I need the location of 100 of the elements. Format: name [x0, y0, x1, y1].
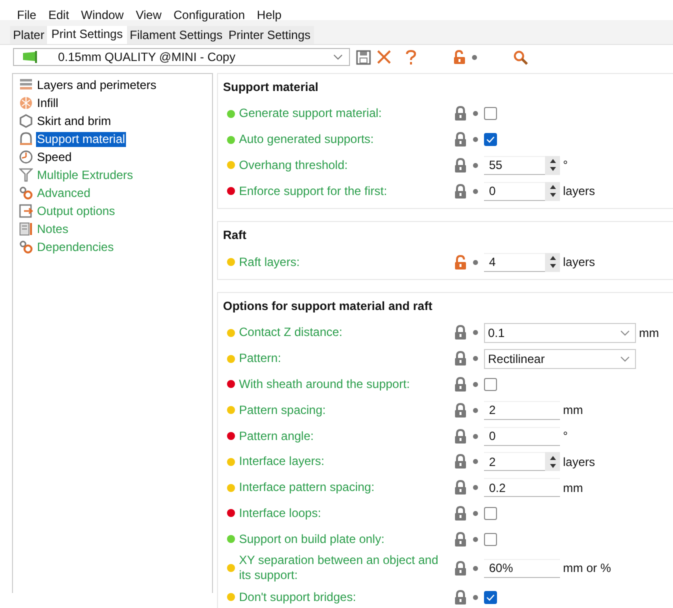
input-field[interactable]: 2 [484, 400, 560, 420]
menu-item[interactable]: View [136, 8, 162, 20]
number-field[interactable]: 55 [484, 156, 545, 175]
setting-label: Raft layers: [239, 254, 301, 271]
category-item[interactable]: Skirt and brim [36, 114, 112, 128]
notes-icon [19, 222, 33, 236]
unit-label: mm [639, 326, 659, 340]
lock-icon[interactable] [454, 132, 467, 148]
category-item[interactable]: Infill [36, 96, 60, 110]
unit-label: layers [563, 184, 596, 198]
bullet-icon [473, 459, 478, 464]
bullet-icon [473, 162, 478, 168]
spin-buttons[interactable] [545, 182, 560, 201]
setting-label: Contact Z distance: [239, 324, 344, 342]
spin-buttons[interactable] [545, 252, 560, 272]
menu-item[interactable]: Configuration [174, 8, 245, 20]
setting-label: Overhang threshold: [239, 156, 349, 174]
tab[interactable]: Filament Settings [126, 26, 226, 44]
bullet-icon [473, 566, 478, 571]
bullet-icon [473, 594, 478, 600]
lock-icon[interactable] [454, 376, 467, 392]
layers-icon [19, 78, 33, 92]
checkbox[interactable] [484, 133, 497, 146]
unit-label: mm [563, 480, 583, 495]
lock-icon[interactable] [454, 480, 467, 496]
setting-label: Interface pattern spacing: [239, 479, 376, 496]
question-mark-icon[interactable] [405, 50, 417, 64]
bullet-icon [473, 137, 478, 142]
category-item[interactable]: Support material [36, 132, 126, 146]
bullet-icon [473, 485, 478, 490]
tab[interactable]: Printer Settings [225, 26, 314, 44]
setting-label: With sheath around the support: [239, 376, 411, 393]
search-icon[interactable] [513, 50, 528, 64]
group-title: Support material [222, 79, 320, 96]
unlocked-icon[interactable] [453, 50, 466, 64]
setting-label: Interface layers: [239, 453, 326, 470]
setting-label: Enforce support for the first: [239, 182, 388, 200]
setting-label: Pattern spacing: [239, 402, 327, 419]
menu-item[interactable]: Window [81, 8, 124, 20]
output-icon [19, 204, 33, 218]
bullet-icon [473, 408, 478, 413]
number-field[interactable]: 0 [484, 182, 545, 201]
chevron-icon [620, 356, 630, 362]
lock-icon[interactable] [454, 402, 467, 418]
lock-icon[interactable] [454, 506, 467, 521]
tab[interactable]: Print Settings [47, 26, 127, 44]
input-field[interactable]: 60% [484, 558, 560, 578]
number-field[interactable]: 2 [484, 452, 545, 472]
preset-dropdown[interactable]: 0.15mm QUALITY @MINI - Copy [13, 48, 350, 66]
checkbox[interactable] [484, 590, 497, 604]
lock-icon[interactable] [454, 184, 467, 199]
menu-item[interactable]: Help [256, 8, 282, 20]
input-field[interactable]: 0 [484, 426, 560, 446]
lock-icon[interactable] [454, 106, 467, 122]
dropdown[interactable]: 0.1 [484, 322, 636, 343]
spin-buttons[interactable] [545, 452, 560, 472]
checkbox[interactable] [484, 107, 497, 120]
checkbox[interactable] [484, 532, 497, 546]
dropdown[interactable]: Rectilinear [484, 348, 636, 369]
setting-label: Generate support material: [239, 105, 383, 122]
lock-icon[interactable] [454, 428, 467, 444]
setting-label: Support on build plate only: [239, 530, 386, 548]
unit-label: ° [563, 158, 568, 172]
menu-item[interactable]: File [17, 8, 36, 20]
setting-label: XY separation between an object and its support: [239, 552, 440, 584]
bullet-icon [473, 510, 478, 516]
chevron-icon [620, 330, 630, 336]
checkbox[interactable] [484, 506, 497, 520]
number-field[interactable]: 4 [484, 252, 545, 272]
input-field[interactable]: 0.2 [484, 478, 560, 498]
group-title: Options for support material and raft [222, 298, 434, 315]
lock-icon[interactable] [454, 158, 467, 173]
spin-buttons[interactable] [545, 156, 560, 175]
bullet-icon [473, 188, 478, 194]
save-icon[interactable] [356, 50, 371, 64]
lock-icon[interactable] [454, 590, 467, 605]
setting-label: Auto generated supports: [239, 131, 375, 148]
menu-item[interactable]: Edit [48, 8, 70, 20]
unit-label: layers [563, 454, 596, 469]
setting-label: Interface loops: [239, 504, 322, 522]
unlocked-icon[interactable] [454, 254, 467, 270]
tab[interactable]: Plater [10, 26, 48, 44]
bullet-icon [473, 356, 478, 362]
bullet-icon [473, 536, 478, 542]
flag-icon [22, 51, 38, 63]
setting-label: Pattern angle: [239, 428, 315, 445]
chevron-icon [333, 54, 343, 60]
lock-icon[interactable] [454, 351, 467, 366]
unit-label: ° [563, 429, 568, 444]
unit-label: layers [563, 255, 596, 270]
category-item[interactable]: Speed [36, 150, 73, 164]
lock-icon[interactable] [454, 560, 467, 576]
lock-icon[interactable] [454, 325, 467, 340]
checkbox[interactable] [484, 378, 497, 391]
lock-icon[interactable] [454, 532, 467, 547]
bullet-icon [473, 382, 478, 387]
unit-label: mm or % [563, 561, 611, 576]
category-item[interactable]: Layers and perimeters [36, 78, 158, 92]
lock-icon[interactable] [454, 454, 467, 470]
close-icon[interactable] [377, 50, 391, 64]
